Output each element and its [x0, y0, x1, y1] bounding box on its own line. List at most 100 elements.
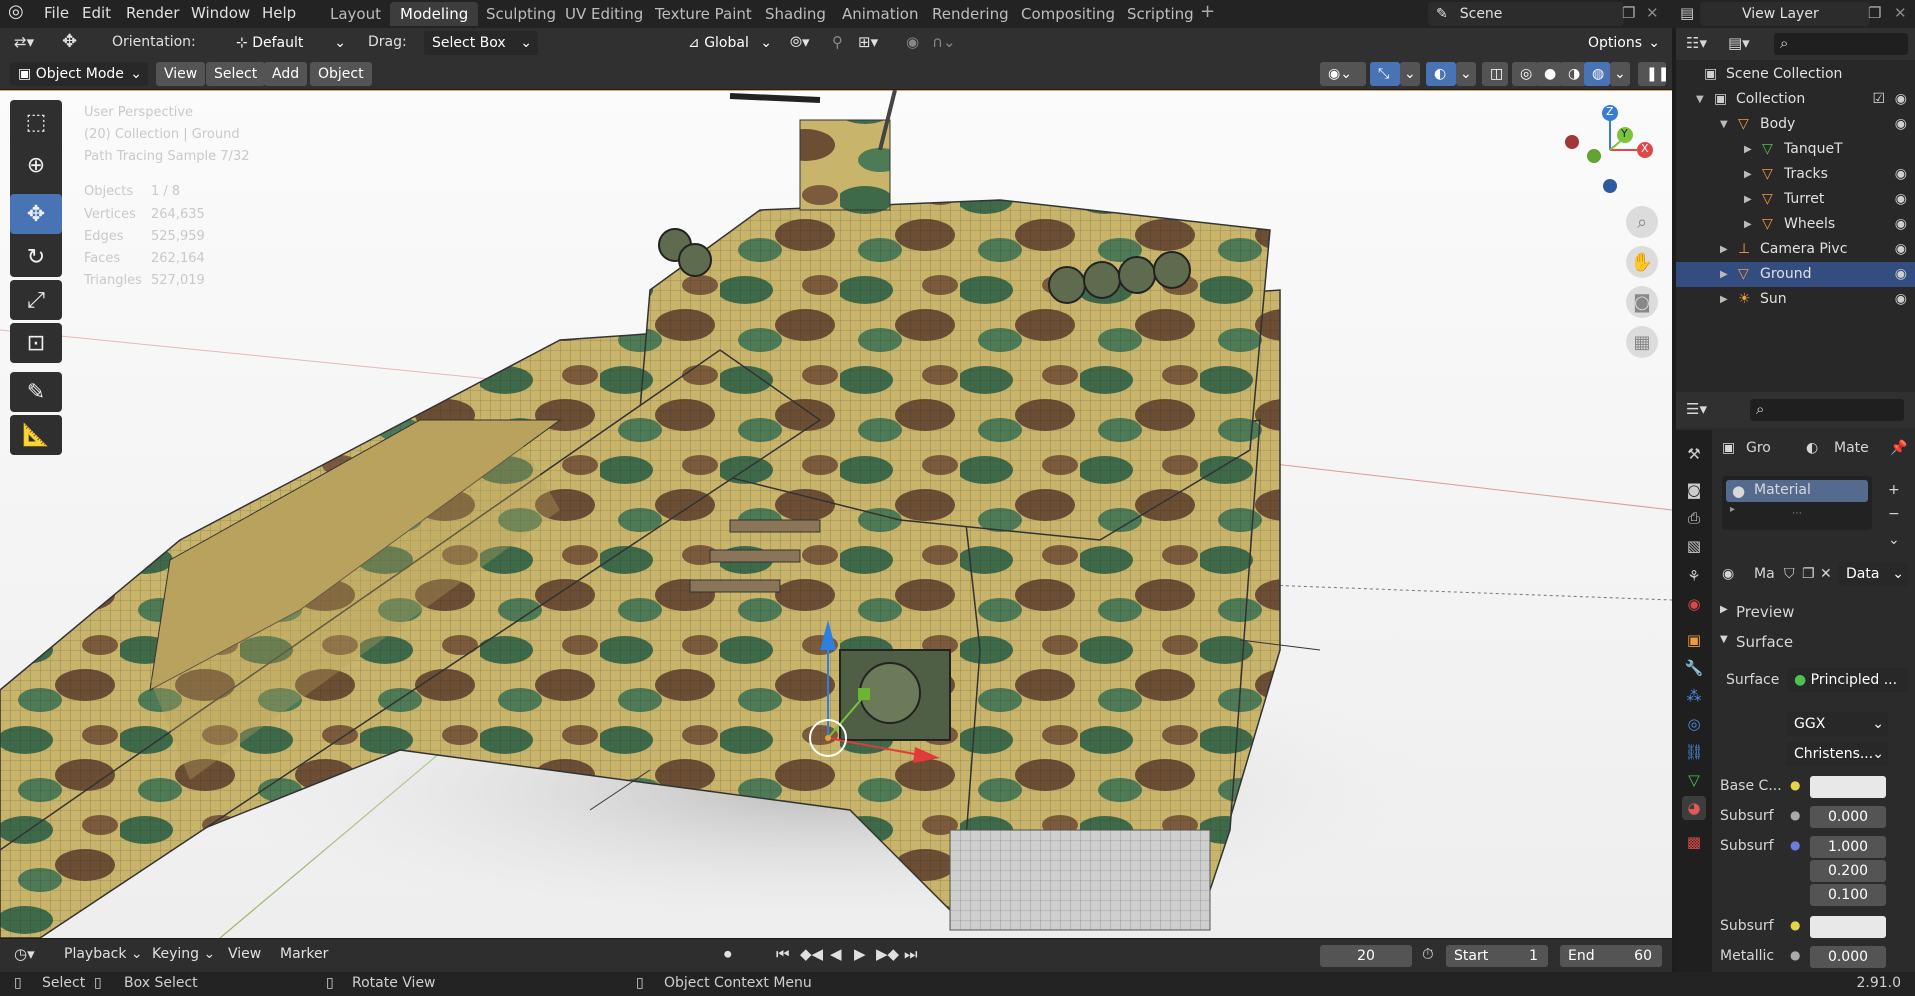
- view-layer-tab[interactable]: ▧: [1682, 534, 1706, 558]
- mode-dropdown[interactable]: ▣ Object Mode ⌄: [10, 62, 148, 86]
- metallic-value-field[interactable]: 0.000: [1810, 946, 1886, 968]
- socket-icon[interactable]: ●: [1790, 948, 1800, 962]
- outliner-item[interactable]: ▶ ▽ Tracks ◉: [1676, 162, 1915, 187]
- visibility-eye-icon[interactable]: ◉: [1895, 262, 1907, 287]
- prev-keyframe-icon[interactable]: ◆◀: [800, 945, 823, 963]
- object-tab[interactable]: ▣: [1682, 628, 1706, 652]
- shading-rendered-button[interactable]: ◍: [1584, 62, 1610, 86]
- keying-menu[interactable]: Keying ⌄: [152, 946, 215, 962]
- pin-icon[interactable]: 📌: [1890, 440, 1907, 456]
- shading-wireframe-button[interactable]: ◎: [1512, 62, 1538, 86]
- overlay-toggle[interactable]: ◐: [1426, 62, 1456, 86]
- measure-tool[interactable]: 📐: [10, 415, 62, 455]
- next-keyframe-icon[interactable]: ▶◆: [876, 945, 899, 963]
- surface-panel-header[interactable]: Surface: [1736, 633, 1793, 651]
- tab-layout[interactable]: Layout: [320, 2, 391, 26]
- tab-compositing[interactable]: Compositing: [1011, 2, 1125, 26]
- modifier-tab[interactable]: 🔧: [1682, 656, 1706, 680]
- scene-tab[interactable]: ⚘: [1682, 564, 1706, 588]
- exclude-checkbox-icon[interactable]: ☑: [1872, 87, 1885, 112]
- subsurface-color-swatch[interactable]: [1810, 916, 1886, 938]
- marker-menu[interactable]: Marker: [280, 946, 328, 962]
- camera-view-button[interactable]: ◙: [1626, 286, 1658, 318]
- tool-type-icon[interactable]: ⇄▾: [14, 33, 34, 51]
- add-menu-button[interactable]: Add: [264, 62, 308, 86]
- blender-logo-icon[interactable]: ◎: [8, 1, 24, 22]
- overlay-dropdown[interactable]: ⌄: [1456, 62, 1476, 86]
- 3d-viewport[interactable]: User Perspective (20) Collection | Groun…: [0, 90, 1672, 938]
- tab-animation[interactable]: Animation: [832, 2, 928, 26]
- slot-expand-icon[interactable]: ▸: [1730, 504, 1735, 515]
- annotate-tool[interactable]: ✎: [10, 372, 62, 412]
- visibility-eye-icon[interactable]: ◉: [1895, 112, 1907, 137]
- visibility-eye-icon[interactable]: ◉: [1895, 237, 1907, 262]
- close-scene-icon[interactable]: ✕: [1646, 4, 1659, 22]
- add-workspace-icon[interactable]: +: [1200, 1, 1215, 22]
- fake-user-icon[interactable]: ⛉: [1784, 566, 1795, 582]
- record-icon[interactable]: ⏺: [724, 945, 732, 963]
- unlink-material-icon[interactable]: ✕: [1820, 566, 1832, 582]
- drag-dropdown[interactable]: Select Box ⌄: [424, 31, 538, 55]
- cursor-tool[interactable]: ⊕: [10, 145, 62, 185]
- outliner-item[interactable]: ▶ ⊥ Camera Pivc ◉: [1676, 237, 1915, 262]
- start-frame-field[interactable]: Start 1: [1446, 945, 1548, 967]
- resize-handle[interactable]: ⋯: [1792, 508, 1802, 519]
- remove-slot-icon[interactable]: −: [1888, 506, 1900, 522]
- shading-material-button[interactable]: ◑: [1560, 62, 1586, 86]
- shading-solid-button[interactable]: ●: [1536, 62, 1562, 86]
- select-menu-button[interactable]: Select: [206, 62, 266, 86]
- select-box-tool[interactable]: ⬚: [10, 102, 62, 142]
- disclosure-arrow-icon[interactable]: ▶: [1744, 212, 1752, 237]
- distribution-dropdown[interactable]: GGX ⌄: [1786, 712, 1888, 736]
- move-tool[interactable]: ✥: [10, 194, 62, 234]
- texture-tab[interactable]: ▩: [1682, 830, 1706, 854]
- view-menu[interactable]: View: [228, 946, 261, 962]
- socket-icon[interactable]: ●: [1790, 808, 1800, 822]
- tab-sculpting[interactable]: Sculpting: [476, 2, 566, 26]
- outliner-search-input[interactable]: ⌕: [1774, 33, 1908, 55]
- transform-tool[interactable]: ⊡: [10, 323, 62, 363]
- outliner-item[interactable]: ▶ ▽ TanqueT: [1676, 137, 1915, 162]
- snap-icon[interactable]: ⚲: [832, 33, 843, 51]
- navigation-gizmo[interactable]: Z X Y: [1560, 100, 1660, 200]
- duplicate-material-icon[interactable]: ❐: [1802, 566, 1815, 582]
- tab-scripting[interactable]: Scripting: [1117, 2, 1204, 26]
- rotate-tool[interactable]: ↻: [10, 237, 62, 277]
- options-dropdown[interactable]: Options ⌄: [1580, 31, 1666, 55]
- close-view-layer-icon[interactable]: ✕: [1894, 4, 1907, 22]
- menu-file[interactable]: File: [44, 4, 69, 22]
- proportional-editing-icon[interactable]: ◉: [906, 33, 919, 51]
- data-tab[interactable]: ▽: [1682, 768, 1706, 792]
- tab-texture-paint[interactable]: Texture Paint: [645, 2, 762, 26]
- jump-end-icon[interactable]: ⏭: [904, 945, 918, 963]
- world-tab[interactable]: ◉: [1682, 592, 1706, 616]
- gizmo-dropdown[interactable]: ⌄: [1400, 62, 1420, 86]
- editor-type-icon[interactable]: ◷▾: [14, 945, 35, 963]
- properties-search-input[interactable]: ⌕: [1750, 399, 1904, 421]
- snap-target-icon[interactable]: ⊞▾: [858, 33, 878, 51]
- disclosure-arrow-icon[interactable]: ▶: [1744, 137, 1752, 162]
- gizmo-toggle[interactable]: ⤡: [1370, 62, 1400, 86]
- breadcrumb-material[interactable]: Mate: [1834, 440, 1869, 456]
- material-name-field[interactable]: Ma: [1754, 566, 1775, 582]
- subsurface-value-field[interactable]: 0.000: [1810, 806, 1886, 828]
- outliner-root[interactable]: ▣ Scene Collection: [1676, 62, 1915, 87]
- display-mode-icon[interactable]: ▤▾: [1728, 34, 1750, 52]
- tab-modeling[interactable]: Modeling: [390, 2, 479, 26]
- copy-view-layer-icon[interactable]: ❐: [1868, 4, 1881, 22]
- preview-panel-header[interactable]: Preview: [1736, 603, 1794, 621]
- particles-tab[interactable]: ⁂: [1682, 684, 1706, 708]
- material-tab[interactable]: ◕: [1682, 796, 1706, 820]
- xray-toggle[interactable]: ◫: [1482, 62, 1508, 86]
- disclosure-arrow-icon[interactable]: ▶: [1744, 187, 1752, 212]
- disclosure-arrow-icon[interactable]: ▶: [1720, 287, 1728, 312]
- play-icon[interactable]: ▶: [854, 945, 866, 963]
- current-frame-field[interactable]: 20: [1320, 945, 1412, 967]
- tool-tab[interactable]: ⚒: [1682, 442, 1706, 466]
- transform-orientation-dropdown[interactable]: ⊿ Global ⌄: [680, 31, 778, 55]
- physics-tab[interactable]: ◎: [1682, 712, 1706, 736]
- stopwatch-icon[interactable]: ⏱: [1422, 945, 1434, 963]
- view-layer-selector[interactable]: View Layer: [1700, 2, 1870, 26]
- link-data-dropdown[interactable]: Data ⌄: [1838, 562, 1908, 586]
- play-reverse-icon[interactable]: ◀: [830, 945, 842, 963]
